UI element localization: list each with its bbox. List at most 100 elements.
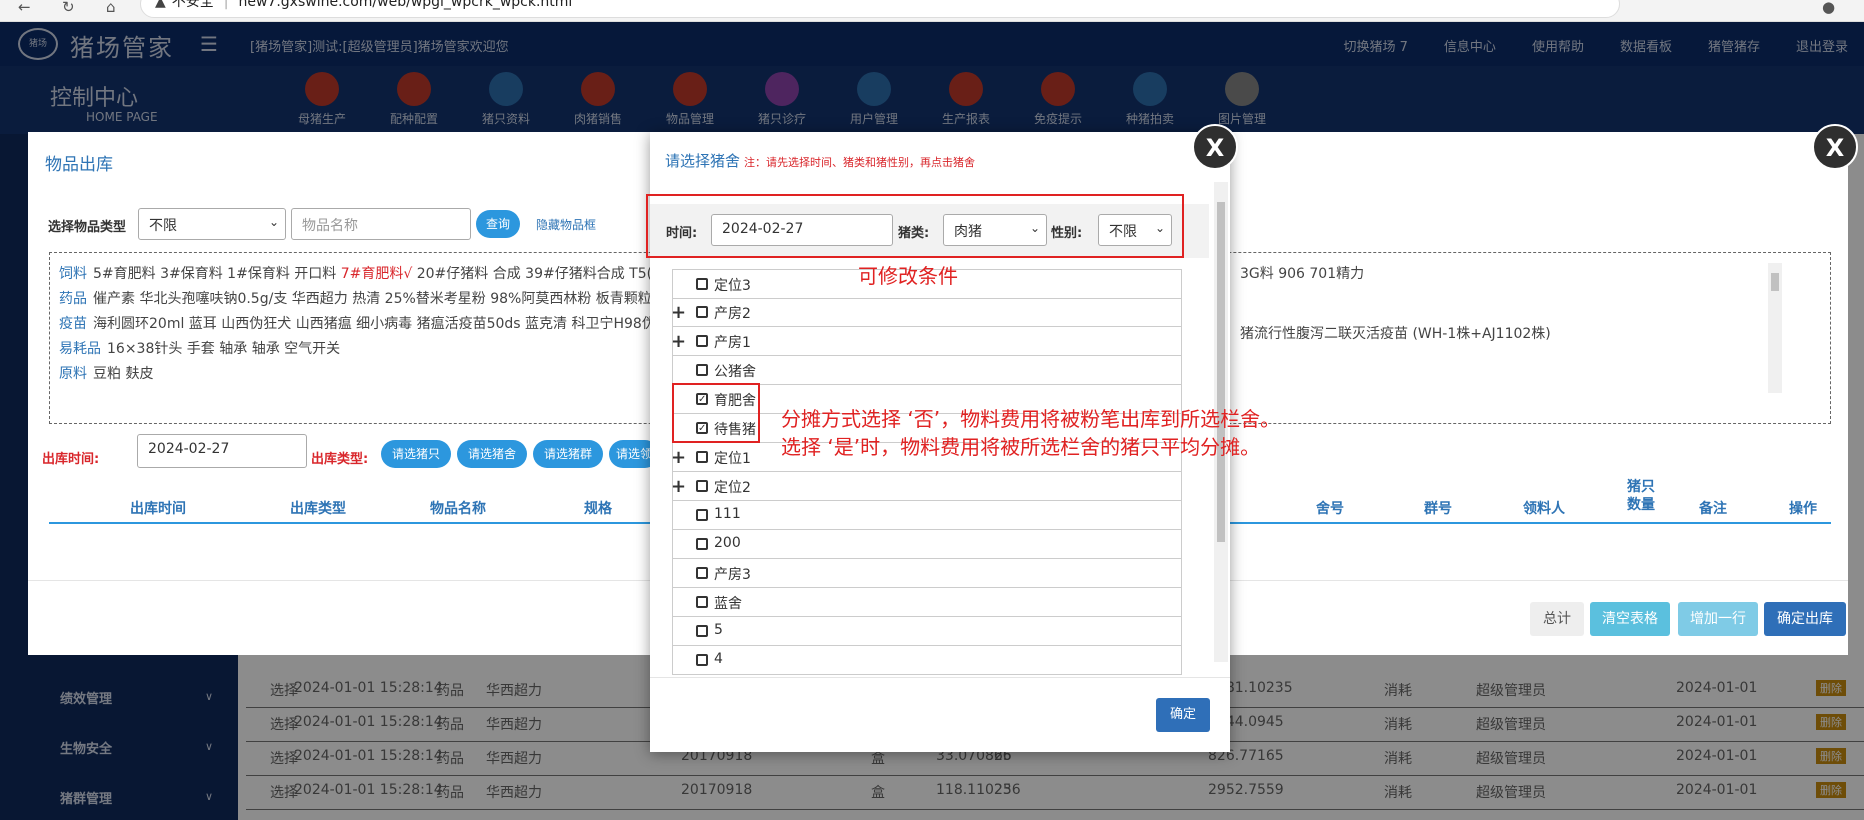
- goods-items[interactable]: 海利圆环20ml 蓝耳 山西伪狂犬 山西猪瘟 细小病毒 猪瘟活疫苗50ds 蓝克…: [93, 316, 656, 332]
- pen-tree-label: 5: [714, 622, 723, 638]
- query-button[interactable]: 查询: [476, 210, 520, 238]
- pen-tree-item[interactable]: 5: [672, 617, 1182, 646]
- goods-item-selected[interactable]: 7#育肥料√: [341, 266, 413, 282]
- checkbox-icon[interactable]: [696, 509, 708, 521]
- pen-tree-item[interactable]: 产房3: [672, 559, 1182, 588]
- ok-button[interactable]: 确定: [1156, 698, 1210, 732]
- pen-tree-label: 产房2: [714, 306, 751, 322]
- expand-plus-icon[interactable]: +: [671, 331, 686, 352]
- goods-type-label: 选择物品类型: [48, 220, 127, 235]
- pen-modal-footer: [650, 677, 1230, 752]
- goods-category-row: 饲料 5#育肥料 3#保育料 1#保育料 开口料 7#育肥料√ 20#仔猪料 合成…: [59, 263, 679, 283]
- checked-pens-highlight-box: [672, 383, 760, 443]
- pen-tree-label: 蓝舍: [714, 596, 742, 612]
- pen-tree-item[interactable]: 200: [672, 530, 1182, 559]
- annotation-line-2: 选择 ‘是’时，物料费用将被所选栏舍的猪只平均分摊。: [781, 435, 1261, 459]
- pen-modal-title: 请选择猪舍 注：请先选择时间、猪类和猪性别，再点击猪舍: [665, 150, 975, 171]
- pen-tree-item[interactable]: 蓝舍: [672, 588, 1182, 617]
- pen-scroll-thumb[interactable]: [1217, 202, 1225, 542]
- pen-tree-item[interactable]: + 产房1: [671, 327, 1182, 356]
- goods-items[interactable]: 20#仔猪料 合成 39#仔猪料合成 T5(s)修: [417, 266, 679, 282]
- goods-category-row: 易耗品 16×38针头 手套 轴承 轴承 空气开关: [59, 338, 340, 358]
- modal-title: 物品出库: [45, 155, 113, 175]
- pen-modal-note: 注：请先选择时间、猪类和猪性别，再点击猪舍: [744, 156, 976, 169]
- insecure-label: 不安全: [171, 0, 214, 10]
- pen-tree-label: 定位2: [714, 480, 751, 496]
- pen-modal-title-text: 请选择猪舍: [665, 152, 741, 170]
- pen-tree-label: 111: [714, 506, 741, 522]
- col-out-time: 出库时间: [130, 501, 186, 517]
- checkbox-icon[interactable]: [696, 538, 708, 550]
- pen-tree-item[interactable]: + 定位2: [671, 472, 1182, 501]
- browser-toolbar: ← ↻ ⌂ ▲ 不安全 | new7.gxswine.com/web/wpgl_wpc…: [0, 0, 1864, 22]
- checkbox-icon[interactable]: [696, 451, 708, 463]
- annotation-line-1: 分摊方式选择 ‘否’，物料费用将被粉笔出库到所选栏舍。: [781, 407, 1281, 431]
- back-icon[interactable]: ←: [18, 0, 31, 15]
- address-bar[interactable]: ▲ 不安全 | new7.gxswine.com/web/wpgl_wpcrk_wpc…: [140, 0, 1620, 18]
- pen-tree-item[interactable]: 4: [672, 646, 1182, 675]
- out-type-label: 出库类型:: [311, 452, 369, 467]
- goods-category: 原料: [59, 366, 87, 382]
- select-herd-button[interactable]: 请选猪群: [533, 440, 603, 468]
- goods-category-row: 疫苗 海利圆环20ml 蓝耳 山西伪狂犬 山西猪瘟 细小病毒 猪瘟活疫苗50ds …: [59, 313, 656, 333]
- checkbox-icon[interactable]: [696, 278, 708, 290]
- pen-tree-label: 定位3: [714, 278, 751, 294]
- col-herd-no: 群号: [1424, 501, 1452, 517]
- close-icon[interactable]: X: [1812, 124, 1858, 170]
- col-pen-no: 舍号: [1316, 501, 1344, 517]
- goods-items[interactable]: 5#育肥料 3#保育料 1#保育料 开口料: [93, 266, 336, 282]
- checkbox-icon[interactable]: [696, 654, 708, 666]
- col-spec: 规格: [584, 501, 612, 517]
- pen-tree-label: 产房3: [714, 567, 751, 583]
- pen-tree-label: 4: [714, 651, 723, 667]
- checkbox-icon[interactable]: [696, 364, 708, 376]
- goods-items[interactable]: 豆粕 麸皮: [93, 366, 153, 382]
- pen-tree-label: 产房1: [714, 335, 751, 351]
- profile-icon[interactable]: ●: [1822, 0, 1835, 15]
- checkbox-icon[interactable]: [696, 567, 708, 579]
- pen-tree-item[interactable]: 公猪舍: [672, 356, 1182, 385]
- annotation-condition: 可修改条件: [858, 264, 958, 288]
- hide-goods-link[interactable]: 隐藏物品框: [536, 216, 596, 233]
- goods-type-select[interactable]: 不限 ⌄: [138, 208, 286, 240]
- home-icon[interactable]: ⌂: [106, 0, 116, 15]
- pen-tree-item[interactable]: 111: [672, 501, 1182, 530]
- expand-plus-icon[interactable]: +: [671, 302, 686, 323]
- checkbox-icon[interactable]: [696, 480, 708, 492]
- goods-items[interactable]: 催产素 华北头孢噻呋钠0.5g/支 华西超力 热清 25%替米考星粉 98%阿莫…: [93, 291, 652, 307]
- goods-category: 易耗品: [59, 341, 101, 357]
- goods-name-input[interactable]: 物品名称: [291, 208, 471, 240]
- reload-icon[interactable]: ↻: [62, 0, 75, 15]
- pen-tree-label: 定位1: [714, 451, 751, 467]
- out-time-input[interactable]: 2024-02-27: [137, 434, 307, 468]
- goods-scroll-thumb[interactable]: [1771, 273, 1779, 291]
- select-pen-button[interactable]: 请选猪舍: [457, 440, 527, 468]
- total-button[interactable]: 总计: [1530, 602, 1584, 636]
- goods-type-value: 不限: [149, 218, 177, 234]
- col-out-type: 出库类型: [290, 501, 346, 517]
- expand-plus-icon[interactable]: +: [671, 447, 686, 468]
- checkbox-icon[interactable]: [696, 306, 708, 318]
- url-text: new7.gxswine.com/web/wpgl_wpcrk_wpck.htm…: [238, 0, 573, 10]
- goods-feed-overflow[interactable]: 3G料 906 701精力: [1240, 263, 1364, 283]
- checkbox-icon[interactable]: [696, 625, 708, 637]
- pen-tree-label: 200: [714, 535, 741, 551]
- col-goods-name: 物品名称: [430, 501, 486, 517]
- col-action: 操作: [1789, 501, 1817, 517]
- expand-plus-icon[interactable]: +: [671, 476, 686, 497]
- confirm-outbound-button[interactable]: 确定出库: [1764, 602, 1846, 636]
- pen-tree-item[interactable]: + 产房2: [671, 298, 1182, 327]
- clear-table-button[interactable]: 清空表格: [1590, 602, 1670, 636]
- goods-category-row: 药品 催产素 华北头孢噻呋钠0.5g/支 华西超力 热清 25%替米考星粉 98%…: [59, 288, 652, 308]
- goods-category: 疫苗: [59, 316, 87, 332]
- col-remark: 备注: [1699, 501, 1727, 517]
- checkbox-icon[interactable]: [696, 596, 708, 608]
- close-icon[interactable]: X: [1192, 124, 1238, 170]
- checkbox-icon[interactable]: [696, 335, 708, 347]
- col-receiver: 领料人: [1523, 501, 1565, 517]
- select-pig-button[interactable]: 请选猪只: [381, 440, 451, 468]
- goods-scrollbar[interactable]: [1768, 263, 1782, 393]
- add-row-button[interactable]: 增加一行: [1678, 602, 1758, 636]
- goods-vaccine-overflow[interactable]: 猪流行性腹泻二联灭活疫苗 (WH-1株+AJ1102株): [1240, 323, 1551, 343]
- goods-items[interactable]: 16×38针头 手套 轴承 轴承 空气开关: [107, 341, 340, 357]
